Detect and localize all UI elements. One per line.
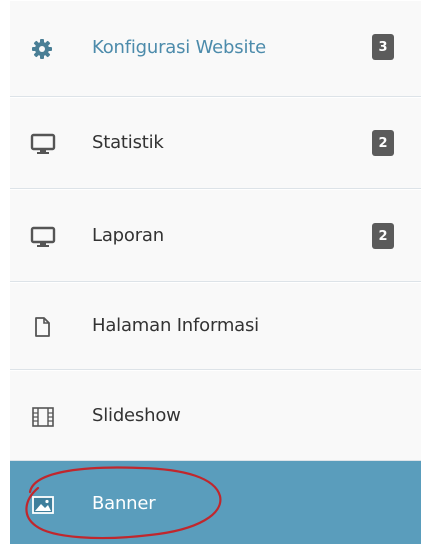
image-icon: [30, 493, 54, 517]
sidebar-item-konfigurasi-website[interactable]: Konfigurasi Website 3: [10, 0, 421, 97]
monitor-icon: [30, 132, 56, 156]
sidebar-item-label: Halaman Informasi: [92, 315, 259, 336]
sidebar-item-label: Konfigurasi Website: [92, 37, 266, 58]
sidebar-item-slideshow[interactable]: Slideshow: [10, 370, 421, 461]
sidebar-item-halaman-informasi[interactable]: Halaman Informasi: [10, 282, 421, 370]
sidebar-item-label: Laporan: [92, 225, 164, 246]
count-badge: 3: [372, 34, 394, 60]
gear-icon: [30, 37, 54, 61]
count-badge: 2: [372, 130, 394, 156]
sidebar-menu: Konfigurasi Website 3 Statistik 2 Lapora…: [0, 0, 421, 544]
sidebar-item-laporan[interactable]: Laporan 2: [10, 189, 421, 282]
sidebar-item-statistik[interactable]: Statistik 2: [10, 97, 421, 189]
film-icon: [30, 405, 54, 429]
sidebar-item-banner[interactable]: Banner: [10, 461, 421, 544]
count-badge: 2: [372, 223, 394, 249]
sidebar-item-label: Statistik: [92, 132, 164, 153]
monitor-icon: [30, 225, 56, 249]
document-icon: [30, 315, 54, 339]
sidebar-item-label: Slideshow: [92, 405, 181, 426]
sidebar-item-label: Banner: [92, 493, 156, 514]
